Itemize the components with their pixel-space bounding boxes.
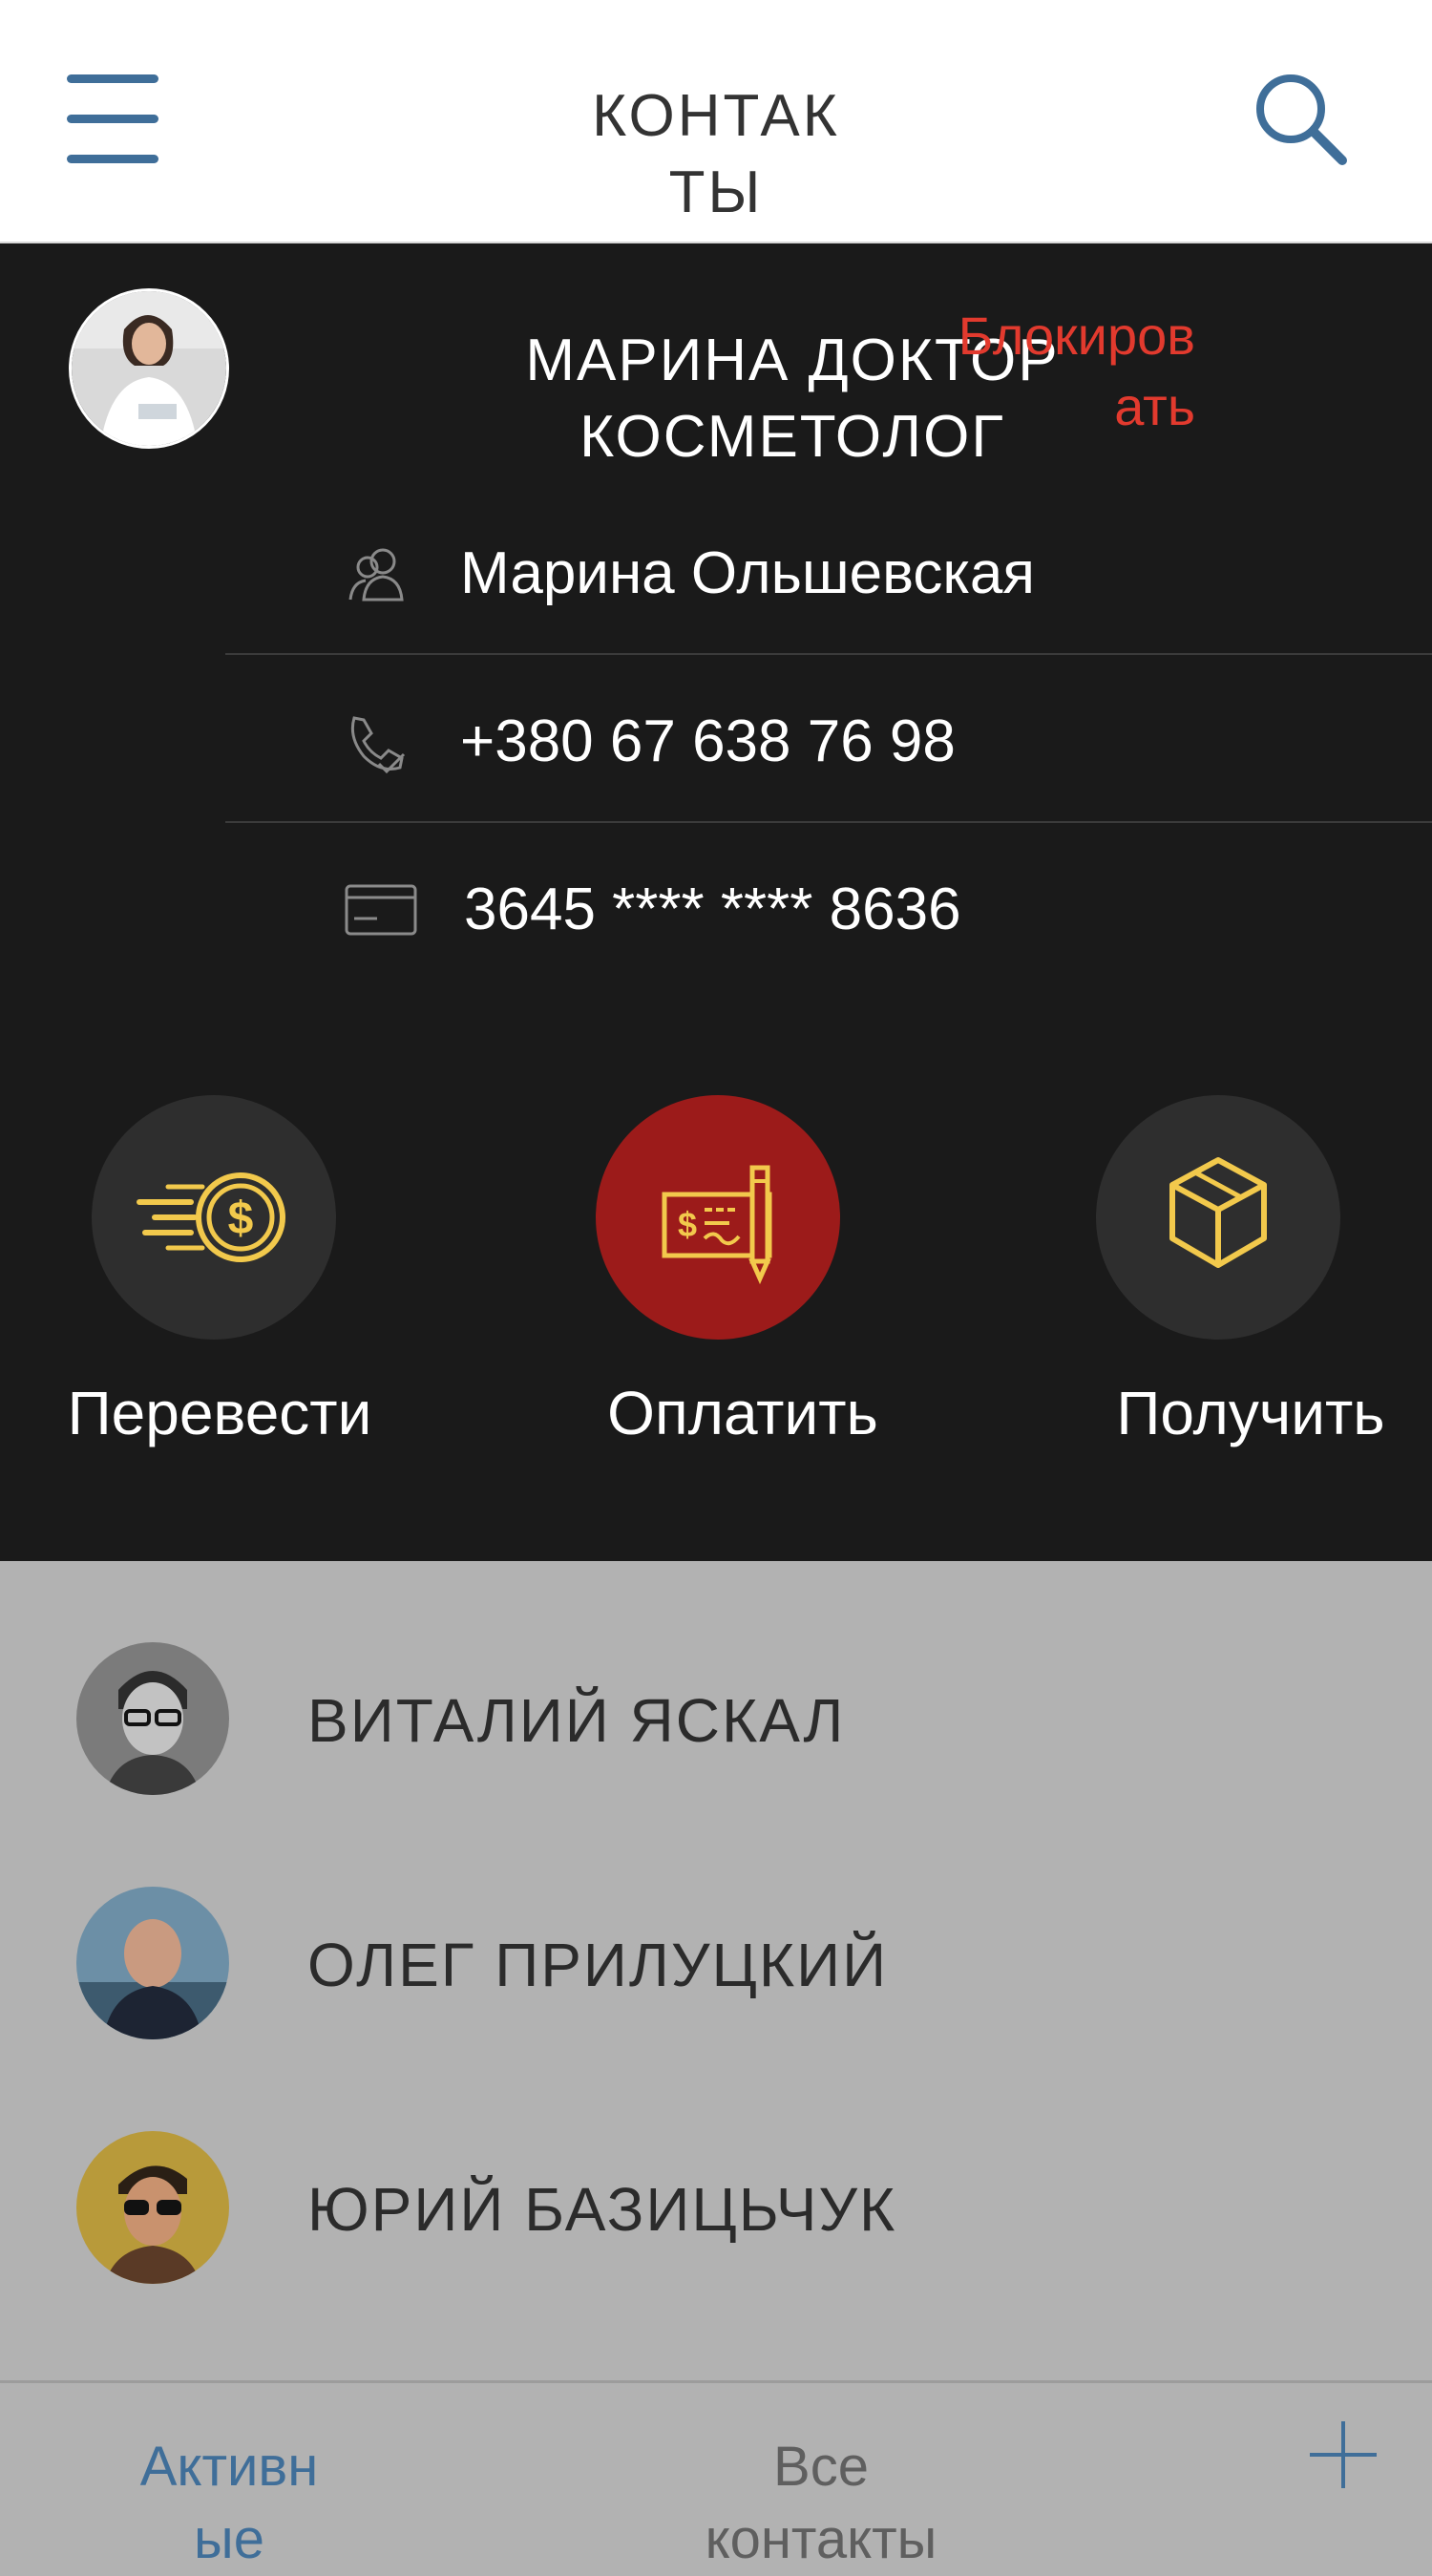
top-bar: КОНТАК ТЫ <box>0 0 1432 243</box>
phone-icon <box>345 708 411 775</box>
tab-all-line-1: Все <box>773 2436 869 2498</box>
transfer-label: Перевести <box>67 1379 372 1447</box>
contact-name: ОЛЕГ ПРИЛУЦКИЙ <box>307 1931 889 1999</box>
svg-text:$: $ <box>678 1205 697 1244</box>
block-contact-link[interactable]: Блокиров ать <box>880 301 1195 442</box>
pay-button[interactable]: $ <box>596 1095 840 1340</box>
profile-avatar <box>69 288 229 449</box>
tab-active-line-1: Активн <box>139 2436 319 2498</box>
card-number: 3645 **** **** 8636 <box>464 876 961 942</box>
avatar <box>76 1642 229 1795</box>
contact-full-name: Марина Ольшевская <box>460 540 1035 606</box>
coin-transfer-icon: $ <box>137 1172 285 1262</box>
contact-list-item[interactable]: ЮРИЙ БАЗИЦЬЧУК <box>0 2085 1432 2330</box>
hamburger-menu-icon[interactable] <box>67 74 160 168</box>
svg-text:$: $ <box>228 1193 254 1244</box>
plus-icon[interactable] <box>1308 2419 1379 2490</box>
block-link-line-1: Блокиров <box>958 306 1195 366</box>
avatar <box>76 1887 229 2039</box>
bottom-tab-bar: Активн ые Все контакты <box>0 2380 1432 2570</box>
info-row-card: 3645 **** **** 8636 <box>225 823 1432 991</box>
tab-active[interactable]: Активн ые <box>105 2431 353 2576</box>
phone-number: +380 67 638 76 98 <box>460 708 956 774</box>
page-title-line-2: ТЫ <box>668 159 764 225</box>
tab-all-contacts[interactable]: Все контакты <box>592 2431 1050 2576</box>
tab-active-line-2: ые <box>194 2508 264 2570</box>
transfer-button[interactable]: $ <box>92 1095 336 1340</box>
page-title-line-1: КОНТАК <box>592 83 840 149</box>
credit-card-icon <box>345 876 417 943</box>
pay-label: Оплатить <box>607 1379 878 1447</box>
avatar <box>76 2131 229 2284</box>
tab-all-line-2: контакты <box>705 2508 937 2570</box>
contact-name: ВИТАЛИЙ ЯСКАЛ <box>307 1686 846 1755</box>
receive-button[interactable] <box>1096 1095 1340 1340</box>
info-row-person: Марина Ольшевская <box>225 487 1432 655</box>
contact-list-item[interactable]: ВИТАЛИЙ ЯСКАЛ <box>0 1596 1432 1841</box>
search-icon[interactable] <box>1249 67 1352 170</box>
contact-name: ЮРИЙ БАЗИЦЬЧУК <box>307 2175 897 2244</box>
info-row-phone: +380 67 638 76 98 <box>225 655 1432 823</box>
box-icon <box>1169 1157 1267 1268</box>
page-title: КОНТАК ТЫ <box>535 78 897 231</box>
cheque-pen-icon: $ <box>662 1165 772 1285</box>
users-icon <box>345 540 411 607</box>
contact-list-item[interactable]: ОЛЕГ ПРИЛУЦКИЙ <box>0 1841 1432 2085</box>
block-link-line-2: ать <box>1114 376 1195 436</box>
receive-label: Получить <box>1116 1379 1385 1447</box>
